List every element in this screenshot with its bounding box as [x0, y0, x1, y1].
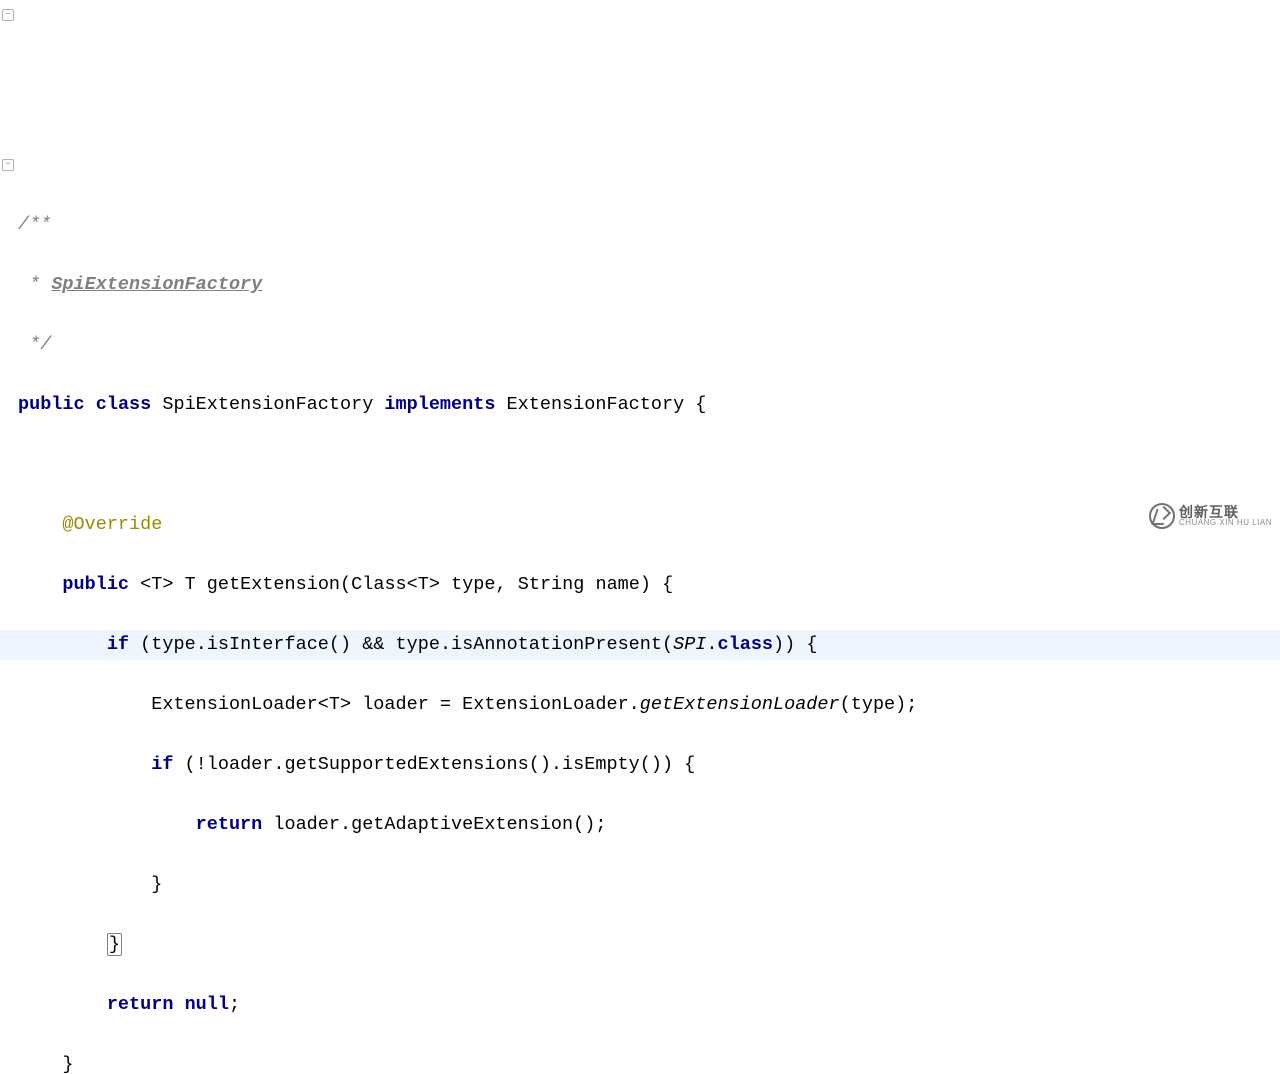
var-type: type	[396, 634, 440, 655]
code-line[interactable]: if (!loader.getSupportedExtensions().isE…	[0, 750, 1280, 780]
fold-icon[interactable]: –	[2, 159, 14, 171]
sp	[584, 574, 595, 595]
param-name: name	[595, 574, 639, 595]
var-loader: loader	[273, 814, 340, 835]
class-name: SpiExtensionFactory	[162, 394, 373, 415]
javadoc-open: /**	[18, 214, 51, 235]
keyword-return: return	[107, 994, 174, 1015]
var-loader: loader	[207, 754, 274, 775]
call: .isAnnotationPresent(	[440, 634, 673, 655]
return-type: T	[185, 574, 196, 595]
dot: .	[706, 634, 717, 655]
type-extensionloader: ExtensionLoader	[462, 694, 629, 715]
lt: <	[407, 574, 418, 595]
expr: .getSupportedExtensions().isEmpty()) {	[273, 754, 695, 775]
code-line[interactable]: public class SpiExtensionFactory impleme…	[0, 390, 1280, 420]
keyword-public: public	[62, 574, 129, 595]
eq: =	[429, 694, 462, 715]
type-string: String	[518, 574, 585, 595]
comma: ,	[496, 574, 518, 595]
keyword-public: public	[18, 394, 85, 415]
semicolon: ;	[229, 994, 240, 1015]
interface-name: ExtensionFactory	[507, 394, 685, 415]
code-line[interactable]	[0, 450, 1280, 480]
keyword-implements: implements	[384, 394, 495, 415]
code-line[interactable]: }	[0, 930, 1280, 960]
keyword-class-literal: class	[718, 634, 774, 655]
keyword-null: null	[185, 994, 229, 1015]
code-line[interactable]: }	[0, 870, 1280, 900]
var-type: type	[851, 694, 895, 715]
expr: .isInterface() &&	[196, 634, 396, 655]
type-extensionloader: ExtensionLoader	[151, 694, 318, 715]
keyword-class: class	[96, 394, 152, 415]
paren-open: (!	[173, 754, 206, 775]
gt: >	[340, 694, 351, 715]
paren-open: (	[840, 694, 851, 715]
type-param: T	[151, 574, 162, 595]
watermark-text-en: CHUANG XIN HU LIAN	[1179, 519, 1272, 527]
static-method-call: getExtensionLoader	[640, 694, 840, 715]
method-name: getExtension(	[196, 574, 351, 595]
type-class: Class	[351, 574, 407, 595]
dot: .	[629, 694, 640, 715]
line-end: );	[895, 694, 917, 715]
code-line[interactable]: ExtensionLoader<T> loader = ExtensionLoa…	[0, 690, 1280, 720]
brace-close-matched: }	[107, 933, 122, 956]
generic-open: <	[129, 574, 151, 595]
brace-close: }	[62, 1054, 73, 1074]
var-loader: loader	[362, 694, 429, 715]
lt: <	[318, 694, 329, 715]
code-line[interactable]: * SpiExtensionFactory	[0, 270, 1280, 300]
javadoc-star: *	[18, 274, 51, 295]
fold-icon[interactable]: –	[2, 9, 14, 21]
type-spi: SPI	[673, 634, 706, 655]
sp	[173, 994, 184, 1015]
paren-open: (	[129, 634, 151, 655]
param-type: type	[451, 574, 495, 595]
keyword-return: return	[196, 814, 263, 835]
javadoc-close: */	[18, 334, 51, 355]
keyword-if: if	[151, 754, 173, 775]
expr: .getAdaptiveExtension();	[340, 814, 606, 835]
code-line-highlighted[interactable]: if (type.isInterface() && type.isAnnotat…	[0, 630, 1280, 660]
code-line[interactable]: }	[0, 1050, 1280, 1074]
gt: >	[429, 574, 440, 595]
generic-close: >	[162, 574, 184, 595]
keyword-if: if	[107, 634, 129, 655]
code-line[interactable]: return null;	[0, 990, 1280, 1020]
type-param: T	[418, 574, 429, 595]
javadoc-text: SpiExtensionFactory	[51, 274, 262, 295]
code-line[interactable]: @Override	[0, 510, 1280, 540]
code-line[interactable]: /**	[0, 210, 1280, 240]
watermark: 创新互联 CHUANG XIN HU LIAN	[1149, 503, 1272, 529]
var-type: type	[151, 634, 195, 655]
annotation-override: @Override	[62, 514, 162, 535]
paren-brace: )) {	[773, 634, 817, 655]
code-editor[interactable]: /** * SpiExtensionFactory */ public clas…	[0, 180, 1280, 1074]
paren-brace: ) {	[640, 574, 673, 595]
sp	[262, 814, 273, 835]
brace: {	[684, 394, 706, 415]
code-line[interactable]: return loader.getAdaptiveExtension();	[0, 810, 1280, 840]
watermark-text-cn: 创新互联	[1179, 505, 1272, 519]
watermark-logo-icon	[1149, 503, 1175, 529]
sp	[351, 694, 362, 715]
code-line[interactable]: public <T> T getExtension(Class<T> type,…	[0, 570, 1280, 600]
type-param: T	[329, 694, 340, 715]
brace-close: }	[151, 874, 162, 895]
sp	[440, 574, 451, 595]
code-line[interactable]: */	[0, 330, 1280, 360]
